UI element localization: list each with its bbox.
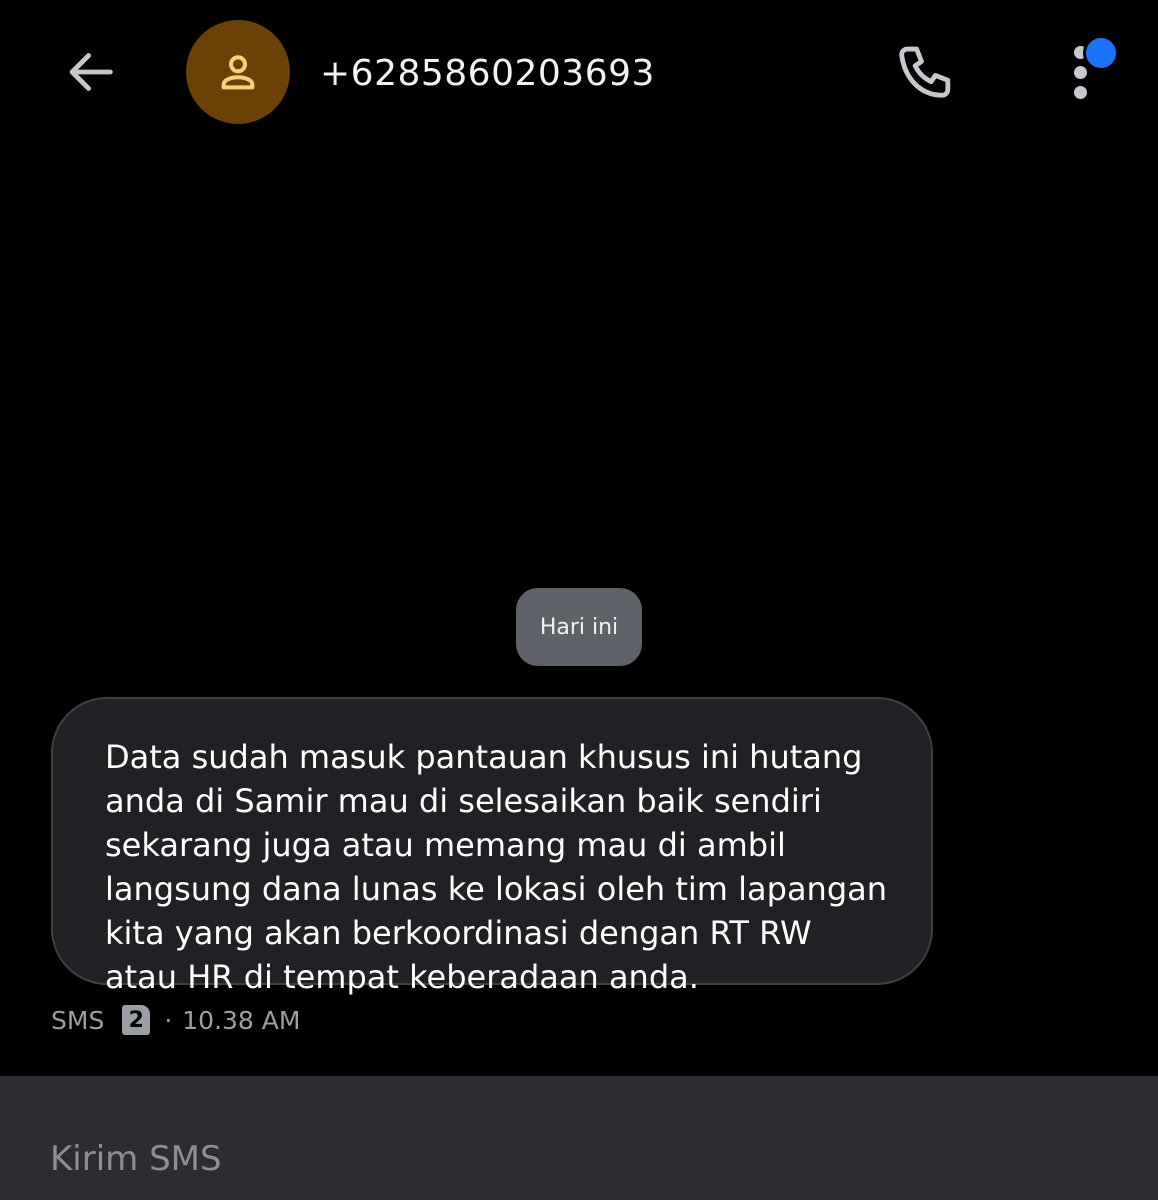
meta-separator: · <box>164 1005 173 1035</box>
message-composer <box>0 1076 1158 1200</box>
message-bubble[interactable]: Data sudah masuk pantauan khusus ini hut… <box>51 697 933 996</box>
more-vertical-icon <box>1074 66 1087 79</box>
back-button[interactable] <box>56 40 126 104</box>
more-vertical-icon <box>1074 86 1087 99</box>
contact-number[interactable]: +6285860203693 <box>320 50 655 98</box>
phone-icon <box>899 46 951 98</box>
message-meta: SMS 2 · 10.38 AM <box>51 1000 300 1040</box>
notification-dot <box>1083 35 1119 71</box>
message-type-label: SMS <box>51 1005 105 1035</box>
more-options-button[interactable] <box>1056 30 1126 110</box>
compose-sms-input[interactable] <box>50 1134 1050 1184</box>
message-timestamp: 10.38 AM <box>182 1005 301 1035</box>
person-icon <box>221 55 255 90</box>
arrow-left-icon <box>69 53 113 91</box>
sim-card-icon: 2 <box>122 1005 151 1035</box>
call-button[interactable] <box>886 34 966 114</box>
contact-avatar[interactable] <box>186 20 290 124</box>
message-text: Data sudah masuk pantauan khusus ini hut… <box>105 738 888 996</box>
date-divider-chip: Hari ini <box>516 588 642 666</box>
top-app-bar: +6285860203693 <box>0 0 1158 150</box>
